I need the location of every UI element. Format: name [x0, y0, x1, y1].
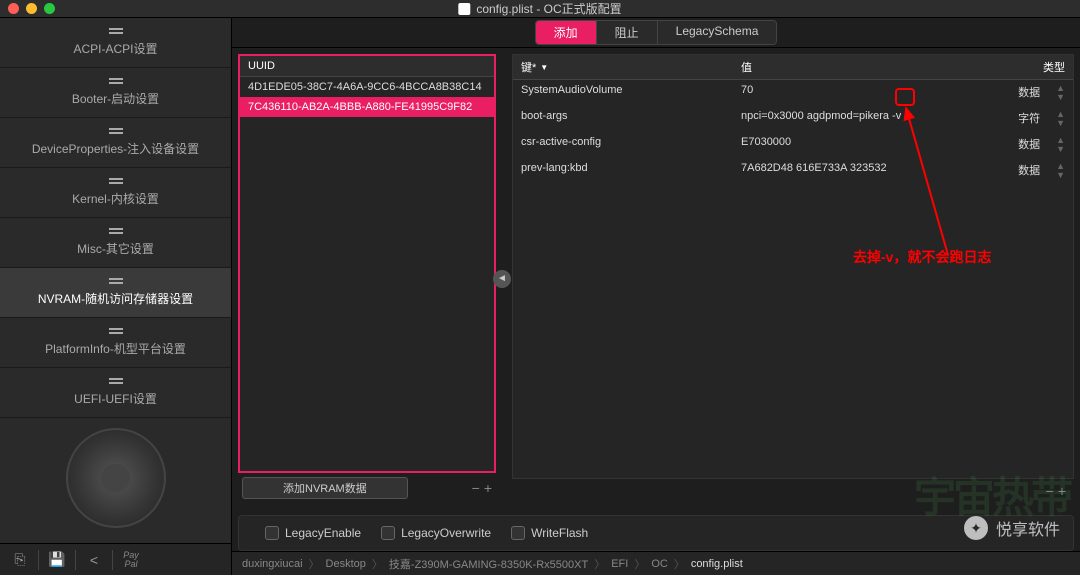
list-icon [109, 128, 123, 136]
plus-button[interactable]: + [484, 480, 492, 496]
chevron-down-icon[interactable]: ▼ [540, 63, 548, 72]
checkbox-legacyoverwrite[interactable]: LegacyOverwrite [381, 526, 491, 540]
sidebar-item-nvram[interactable]: NVRAM-随机访问存储器设置 [0, 268, 231, 318]
stepper-icon[interactable]: ▲▼ [1048, 134, 1073, 156]
wechat-icon: ✦ [964, 516, 988, 540]
bottom-toolbar: ⎘ 💾 < PayPal [0, 543, 231, 575]
sidebar: ACPI-ACPI设置 Booter-启动设置 DeviceProperties… [0, 18, 232, 575]
sidebar-item-booter[interactable]: Booter-启动设置 [0, 68, 231, 118]
breadcrumb-item[interactable]: duxingxiucai [242, 558, 303, 570]
uuid-row[interactable]: 4D1EDE05-38C7-4A6A-9CC6-4BCCA8B38C14 [240, 77, 494, 97]
sidebar-item-kernel[interactable]: Kernel-内核设置 [0, 168, 231, 218]
uuid-row[interactable]: 7C436110-AB2A-4BBB-A880-FE41995C9F82 [240, 97, 494, 117]
stepper-icon[interactable]: ▲▼ [1048, 160, 1073, 182]
annotation-text: 去掉-v，就不会跑日志 [853, 247, 991, 267]
export-icon[interactable]: ⎘ [4, 548, 36, 572]
tab-block[interactable]: 阻止 [597, 21, 658, 44]
sidebar-item-uefi[interactable]: UEFI-UEFI设置 [0, 368, 231, 418]
list-icon [109, 378, 123, 386]
breadcrumb-item[interactable]: EFI [611, 558, 628, 570]
share-icon[interactable]: < [78, 548, 110, 572]
titlebar: config.plist - OC正式版配置 [0, 0, 1080, 18]
uuid-header: UUID [240, 56, 494, 77]
data-table-panel: 键*▼ 值 类型 SystemAudioVolume 70 数据 ▲▼ boot… [502, 48, 1080, 509]
list-icon [109, 178, 123, 186]
sidebar-item-deviceproperties[interactable]: DeviceProperties-注入设备设置 [0, 118, 231, 168]
breadcrumb-item[interactable]: OC [651, 558, 668, 570]
tab-legacyschema[interactable]: LegacySchema [658, 21, 777, 44]
document-icon [458, 3, 470, 15]
close-window-button[interactable] [8, 3, 19, 14]
minus-button[interactable]: − [472, 480, 480, 496]
list-icon [109, 28, 123, 36]
dial-control[interactable] [41, 423, 191, 533]
breadcrumb: duxingxiucai〉 Desktop〉 技嘉-Z390M-GAMING-8… [232, 551, 1080, 575]
list-icon [109, 78, 123, 86]
table-row[interactable]: prev-lang:kbd 7A682D48 616E733A 323532 数… [513, 158, 1073, 184]
breadcrumb-item[interactable]: config.plist [691, 558, 743, 570]
sidebar-item-misc[interactable]: Misc-其它设置 [0, 218, 231, 268]
list-icon [109, 278, 123, 286]
sidebar-item-platforminfo[interactable]: PlatformInfo-机型平台设置 [0, 318, 231, 368]
collapse-panel-button[interactable]: ◄ [493, 270, 511, 288]
table-row[interactable]: boot-args npci=0x3000 agdpmod=pikera -v … [513, 106, 1073, 132]
table-header: 键*▼ 值 类型 [513, 55, 1073, 80]
save-icon[interactable]: 💾 [41, 548, 73, 572]
checkbox-legacyenable[interactable]: LegacyEnable [265, 526, 361, 540]
tab-add[interactable]: 添加 [536, 21, 597, 44]
stepper-icon[interactable]: ▲▼ [1048, 108, 1073, 130]
window-title: config.plist - OC正式版配置 [458, 0, 621, 17]
traffic-lights [8, 3, 55, 14]
sidebar-item-acpi[interactable]: ACPI-ACPI设置 [0, 18, 231, 68]
minimize-window-button[interactable] [26, 3, 37, 14]
uuid-panel: UUID 4D1EDE05-38C7-4A6A-9CC6-4BCCA8B38C1… [232, 48, 502, 509]
checkbox-writeflash[interactable]: WriteFlash [511, 526, 588, 540]
list-icon [109, 328, 123, 336]
watermark: ✦ 悦享软件 [964, 516, 1060, 540]
maximize-window-button[interactable] [44, 3, 55, 14]
tab-bar: 添加 阻止 LegacySchema [232, 18, 1080, 48]
breadcrumb-item[interactable]: Desktop [326, 558, 366, 570]
table-row[interactable]: SystemAudioVolume 70 数据 ▲▼ [513, 80, 1073, 106]
stepper-icon[interactable]: ▲▼ [1048, 82, 1073, 104]
paypal-button[interactable]: PayPal [115, 548, 147, 572]
add-nvram-button[interactable]: 添加NVRAM数据 [242, 477, 408, 499]
list-icon [109, 228, 123, 236]
table-row[interactable]: csr-active-config E7030000 数据 ▲▼ [513, 132, 1073, 158]
breadcrumb-item[interactable]: 技嘉-Z390M-GAMING-8350K-Rx5500XT [389, 556, 588, 572]
